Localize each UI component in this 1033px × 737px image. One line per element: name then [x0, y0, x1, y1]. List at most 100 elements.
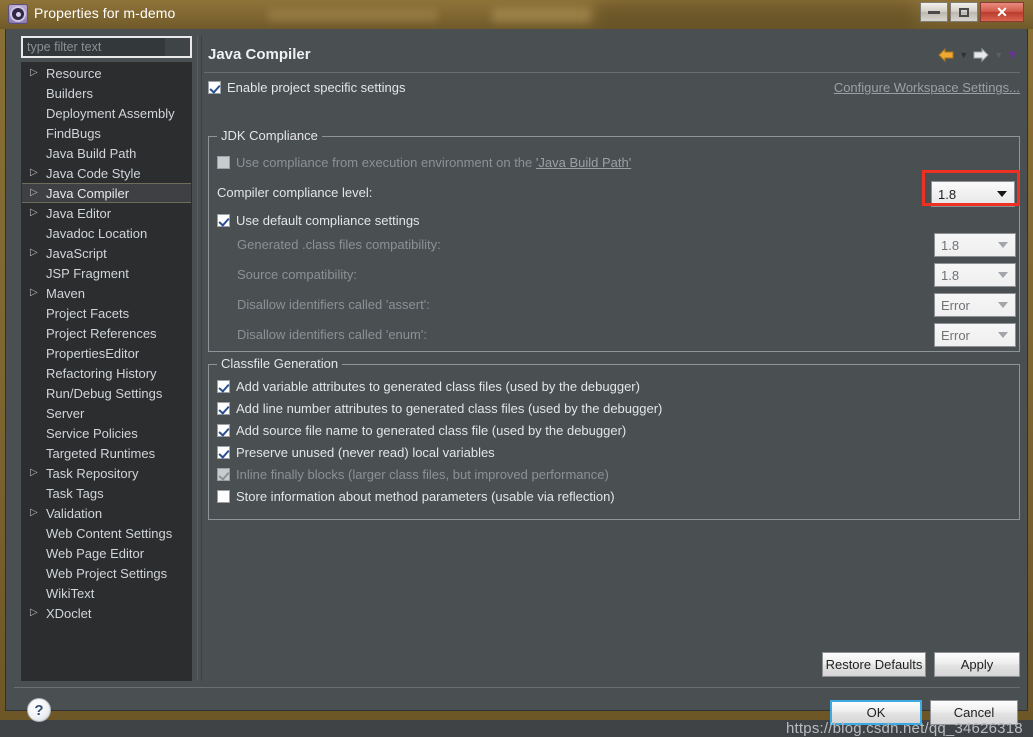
sidebar-item-label: Server	[46, 405, 85, 421]
setting-label: Disallow identifiers called 'assert':	[237, 297, 430, 312]
checkbox-label: Store information about method parameter…	[236, 489, 615, 504]
sidebar-item-builders[interactable]: Builders	[22, 83, 191, 103]
sidebar-item-task-repository[interactable]: ▷ Task Repository	[22, 463, 191, 483]
sidebar-item-label: JavaScript	[46, 245, 107, 261]
forward-history-chevron-down-icon[interactable]: ▼	[994, 50, 1003, 60]
settings-sidebar: type filter text ▷ Resource Builders Deploy…	[14, 36, 196, 681]
sidebar-item-refactoring-history[interactable]: Refactoring History	[22, 363, 191, 383]
expand-triangle-icon[interactable]: ▷	[30, 248, 44, 258]
sidebar-item-label: Refactoring History	[46, 365, 157, 381]
sidebar-item-web-content-settings[interactable]: Web Content Settings	[22, 523, 191, 543]
expand-triangle-icon[interactable]: ▷	[30, 288, 44, 298]
sidebar-item-label: Validation	[46, 505, 103, 521]
sidebar-item-service-policies[interactable]: Service Policies	[22, 423, 191, 443]
classfile-option-checkbox[interactable]: Add line number attributes to generated …	[217, 401, 662, 416]
minimize-button[interactable]	[920, 2, 948, 22]
use-execution-environment-checkbox[interactable]: Use compliance from execution environmen…	[217, 155, 631, 170]
close-button[interactable]: ✕	[980, 2, 1024, 22]
classfile-option-checkbox[interactable]: Add source file name to generated class …	[217, 423, 626, 438]
sidebar-item-xdoclet[interactable]: ▷ XDoclet	[22, 603, 191, 623]
configure-workspace-settings-link[interactable]: Configure Workspace Settings...	[834, 80, 1020, 95]
sidebar-item-javadoc-location[interactable]: Javadoc Location	[22, 223, 191, 243]
help-icon[interactable]: ?	[27, 698, 51, 722]
expand-triangle-icon[interactable]: ▷	[30, 608, 44, 618]
jdk-setting-combo[interactable]: 1.8	[934, 233, 1016, 257]
overflow-chevron-down-icon[interactable]: ▼	[1007, 49, 1018, 61]
checkbox-label: Add variable attributes to generated cla…	[236, 379, 640, 394]
sidebar-item-java-build-path[interactable]: Java Build Path	[22, 143, 191, 163]
combo-value: 1.8	[941, 237, 960, 253]
sidebar-item-java-code-style[interactable]: ▷ Java Code Style	[22, 163, 191, 183]
background-blur-blob	[596, 0, 916, 29]
apply-button[interactable]: Apply	[934, 652, 1020, 677]
sidebar-item-javascript[interactable]: ▷ JavaScript	[22, 243, 191, 263]
sidebar-item-web-page-editor[interactable]: Web Page Editor	[22, 543, 191, 563]
sidebar-item-label: Run/Debug Settings	[46, 385, 163, 401]
java-build-path-link[interactable]: 'Java Build Path'	[536, 155, 631, 170]
jdk-setting-combo[interactable]: Error	[934, 293, 1016, 317]
sidebar-item-label: WikiText	[46, 585, 95, 601]
filter-input[interactable]: type filter text	[21, 36, 192, 58]
sidebar-item-label: Web Content Settings	[46, 525, 173, 541]
sidebar-item-java-editor[interactable]: ▷ Java Editor	[22, 203, 191, 223]
jdk-setting-combo[interactable]: 1.8	[934, 263, 1016, 287]
sidebar-item-label: Project Facets	[46, 305, 130, 321]
use-default-compliance-settings-checkbox[interactable]: Use default compliance settings	[217, 213, 420, 228]
sidebar-item-jsp-fragment[interactable]: JSP Fragment	[22, 263, 191, 283]
expand-triangle-icon[interactable]: ▷	[30, 508, 44, 518]
expand-triangle-icon[interactable]: ▷	[30, 208, 44, 218]
sidebar-item-label: Java Compiler	[46, 185, 130, 201]
expand-triangle-icon[interactable]: ▷	[30, 188, 44, 198]
sidebar-item-propertieseditor[interactable]: PropertiesEditor	[22, 343, 191, 363]
expand-triangle-icon[interactable]: ▷	[30, 468, 44, 478]
settings-tree[interactable]: ▷ Resource Builders Deployment Assembly Find…	[21, 62, 192, 681]
sidebar-item-run-debug-settings[interactable]: Run/Debug Settings	[22, 383, 191, 403]
checkbox-label: Enable project specific settings	[227, 80, 406, 95]
forward-arrow-icon[interactable]	[972, 47, 990, 63]
jdk-setting-combo[interactable]: Error	[934, 323, 1016, 347]
restore-defaults-button[interactable]: Restore Defaults	[822, 652, 926, 677]
sidebar-item-java-compiler[interactable]: ▷ Java Compiler	[22, 183, 191, 203]
jdk-row-label: Generated .class files compatibility:	[237, 237, 441, 252]
expand-triangle-icon[interactable]: ▷	[30, 68, 44, 78]
sidebar-item-server[interactable]: Server	[22, 403, 191, 423]
back-arrow-icon[interactable]	[937, 47, 955, 63]
sidebar-item-deployment-assembly[interactable]: Deployment Assembly	[22, 103, 191, 123]
sidebar-item-task-tags[interactable]: Task Tags	[22, 483, 191, 503]
sidebar-item-resource[interactable]: ▷ Resource	[22, 63, 191, 83]
chevron-down-icon	[998, 272, 1008, 278]
sidebar-item-findbugs[interactable]: FindBugs	[22, 123, 191, 143]
checkbox-indicator	[217, 156, 230, 169]
sidebar-item-project-references[interactable]: Project References	[22, 323, 191, 343]
sidebar-item-label: Resource	[46, 65, 102, 81]
sidebar-item-label: Java Editor	[46, 205, 112, 221]
sidebar-item-label: Task Repository	[46, 465, 139, 481]
sidebar-item-web-project-settings[interactable]: Web Project Settings	[22, 563, 191, 583]
sidebar-item-label: Javadoc Location	[46, 225, 148, 241]
sidebar-item-project-facets[interactable]: Project Facets	[22, 303, 191, 323]
sidebar-item-label: XDoclet	[46, 605, 92, 621]
sidebar-item-maven[interactable]: ▷ Maven	[22, 283, 191, 303]
classfile-option-checkbox[interactable]: Add variable attributes to generated cla…	[217, 379, 640, 394]
sidebar-item-validation[interactable]: ▷ Validation	[22, 503, 191, 523]
sidebar-item-label: JSP Fragment	[46, 265, 129, 281]
jdk-compliance-group: JDK Compliance Use compliance from execu…	[208, 128, 1020, 352]
sidebar-item-label: Java Build Path	[46, 145, 137, 161]
chevron-down-icon	[998, 302, 1008, 308]
classfile-option-checkbox[interactable]: Store information about method parameter…	[217, 489, 615, 504]
checkbox-label: Add line number attributes to generated …	[236, 401, 663, 416]
enable-project-specific-settings-checkbox[interactable]: Enable project specific settings	[208, 80, 405, 95]
expand-triangle-icon[interactable]: ▷	[30, 168, 44, 178]
classfile-option-checkbox[interactable]: Preserve unused (never read) local varia…	[217, 445, 495, 460]
close-icon: ✕	[996, 4, 1008, 20]
sidebar-item-wikitext[interactable]: WikiText	[22, 583, 191, 603]
sidebar-item-targeted-runtimes[interactable]: Targeted Runtimes	[22, 443, 191, 463]
title-separator	[204, 72, 1020, 73]
checkbox-label: Inline finally blocks (larger class file…	[236, 467, 609, 482]
back-history-chevron-down-icon[interactable]: ▼	[959, 50, 968, 60]
chevron-down-icon	[998, 242, 1008, 248]
window-title: Properties for m-demo	[34, 5, 176, 21]
maximize-restore-button[interactable]	[950, 2, 978, 22]
compiler-compliance-level-label: Compiler compliance level:	[217, 185, 373, 200]
classfile-generation-group: Classfile Generation Add variable attrib…	[208, 356, 1020, 520]
